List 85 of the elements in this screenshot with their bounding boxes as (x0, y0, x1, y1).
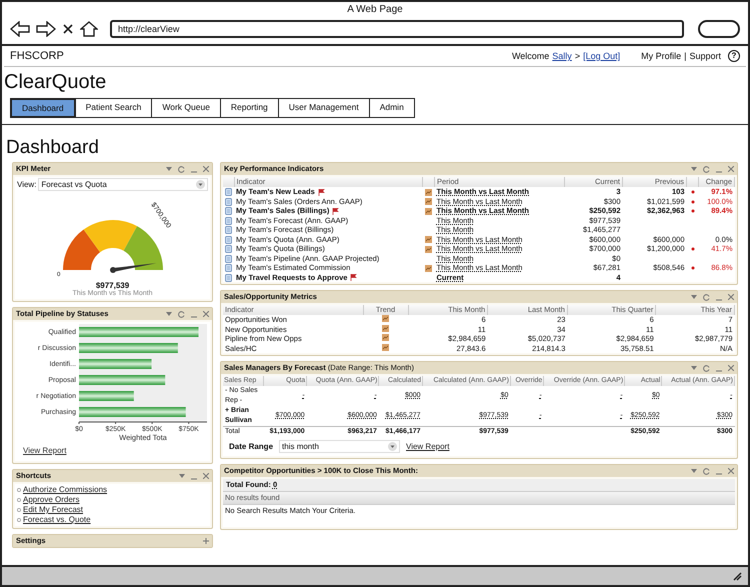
refresh-icon[interactable] (703, 166, 710, 172)
caret-icon[interactable] (196, 180, 205, 189)
document-icon[interactable] (225, 226, 232, 234)
nav-tab[interactable]: User Management (278, 98, 370, 118)
divider-text: | (684, 51, 686, 61)
shortcut-link[interactable]: Edit My Forecast (23, 505, 84, 515)
status-dot-icon (690, 209, 694, 214)
bullet-icon (17, 498, 21, 502)
nav-tab[interactable]: Work Queue (152, 98, 221, 118)
user-link[interactable]: Sally (552, 51, 572, 61)
menu-icon[interactable] (691, 366, 697, 370)
document-icon[interactable] (225, 274, 232, 282)
page-title: Dashboard (6, 137, 100, 159)
bullet-icon (17, 508, 21, 512)
document-icon[interactable] (225, 188, 232, 196)
menu-icon[interactable] (166, 312, 172, 316)
status-dot-icon (690, 247, 694, 252)
window-title: A Web Page (346, 3, 404, 16)
help-button[interactable]: ? (728, 50, 740, 62)
nav-tab[interactable]: Admin (370, 98, 415, 118)
trend-icon[interactable] (382, 344, 389, 350)
caret-icon[interactable] (388, 442, 398, 451)
trend-icon[interactable] (424, 208, 432, 215)
document-icon[interactable] (225, 264, 232, 272)
document-icon[interactable] (225, 216, 232, 225)
date-range-label: Date Range (229, 442, 274, 451)
company-name: FHSCORP (10, 50, 64, 62)
view-select[interactable]: Forecast vs Quota (38, 178, 208, 191)
back-icon[interactable] (10, 21, 30, 37)
flag-icon (350, 274, 358, 282)
menu-icon[interactable] (179, 474, 185, 478)
trend-icon[interactable] (382, 315, 389, 322)
logout-link[interactable]: [Log Out] (583, 51, 620, 61)
document-icon[interactable] (225, 245, 232, 254)
refresh-icon[interactable] (178, 310, 185, 318)
gauge-value: $977,539 (96, 281, 130, 290)
shortcut-link[interactable]: Forecast vs. Quote (23, 515, 91, 525)
view-report-link[interactable]: View Report (406, 442, 450, 451)
nav-tab[interactable]: Reporting (220, 98, 279, 118)
shortcut-link[interactable]: Approve Orders (23, 495, 80, 505)
trend-icon[interactable] (382, 324, 389, 332)
document-icon[interactable] (225, 236, 232, 244)
trend-icon[interactable] (424, 188, 432, 196)
refresh-icon[interactable] (178, 166, 185, 172)
status-dot-icon (690, 190, 694, 194)
refresh-icon[interactable] (703, 468, 710, 474)
expand-icon[interactable] (203, 538, 209, 544)
menu-icon[interactable] (691, 294, 697, 300)
view-report-link[interactable]: View Report (15, 444, 210, 461)
close-icon[interactable] (62, 23, 74, 35)
trend-icon[interactable] (424, 264, 432, 272)
nav-tab[interactable]: Dashboard (10, 98, 76, 118)
trend-icon[interactable] (424, 236, 432, 244)
menu-icon[interactable] (691, 468, 697, 474)
trend-icon[interactable] (424, 246, 432, 253)
nav-tab[interactable]: Patient Search (76, 98, 152, 118)
document-icon[interactable] (225, 254, 232, 263)
bullet-icon (17, 518, 21, 522)
trend-icon[interactable] (424, 198, 432, 206)
bullet-icon (17, 488, 21, 492)
flag-icon (318, 188, 325, 196)
view-label: View: (17, 180, 36, 189)
profile-link[interactable]: My Profile (641, 51, 682, 61)
resize-grip-icon[interactable] (732, 571, 742, 581)
date-range-select[interactable]: this month (279, 440, 400, 453)
app-title: ClearQuote (4, 71, 108, 94)
address-field[interactable]: http://clearView (110, 20, 684, 38)
forward-icon[interactable] (36, 21, 56, 37)
flag-icon (332, 208, 340, 215)
status-dot-icon (690, 200, 694, 204)
menu-icon[interactable] (166, 166, 172, 172)
welcome-text: Welcome (512, 51, 550, 61)
refresh-icon[interactable] (703, 294, 710, 300)
menu-icon[interactable] (691, 166, 697, 172)
home-icon[interactable] (80, 21, 98, 37)
document-icon[interactable] (225, 198, 232, 206)
shortcut-link[interactable]: Authorize Commissions (23, 485, 108, 495)
separator-text: > (574, 51, 580, 61)
bar (79, 391, 134, 401)
refresh-icon[interactable] (703, 364, 710, 372)
status-dot-icon (690, 266, 694, 270)
search-field[interactable] (698, 20, 740, 38)
trend-icon[interactable] (382, 334, 389, 341)
support-link[interactable]: Support (689, 51, 721, 61)
document-icon[interactable] (225, 207, 232, 216)
